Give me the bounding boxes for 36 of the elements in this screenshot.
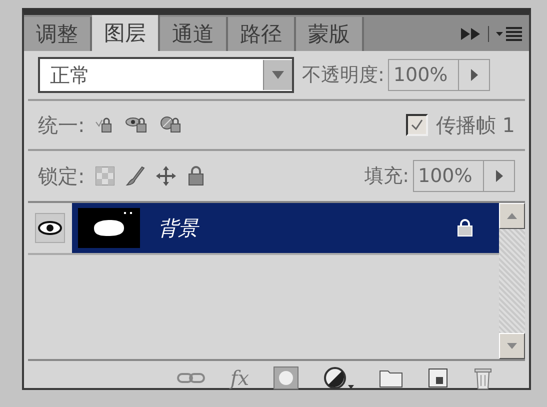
expand-icon[interactable]: [460, 27, 482, 41]
percent-field[interactable]: 100%: [413, 160, 515, 192]
unify-style-icon[interactable]: [158, 115, 183, 135]
panel-tab[interactable]: 路径: [228, 17, 296, 51]
field-label: 填充:: [364, 164, 409, 189]
layer-thumbnail: [78, 208, 140, 248]
adjustment-icon[interactable]: [323, 366, 355, 390]
folder-icon[interactable]: [379, 368, 403, 388]
field-label: 不透明度:: [302, 63, 384, 88]
propagate-checkbox[interactable]: [406, 114, 428, 136]
panel-tab[interactable]: 蒙版: [296, 17, 364, 51]
fx-button[interactable]: fx: [230, 366, 249, 390]
layer-row[interactable]: 背景: [72, 203, 499, 253]
percent-field[interactable]: 100%: [388, 59, 490, 91]
lock-label: 锁定:: [38, 162, 85, 190]
panel-menu-icon[interactable]: [495, 26, 523, 42]
brush-icon[interactable]: [124, 165, 145, 187]
panel-tab[interactable]: 图层: [92, 15, 160, 51]
mask-icon[interactable]: [273, 366, 299, 390]
panel-tab[interactable]: 调整: [24, 17, 92, 51]
trash-icon[interactable]: [473, 366, 493, 390]
move-icon[interactable]: [154, 165, 177, 187]
new-layer-icon[interactable]: [427, 367, 449, 389]
layer-name: 背景: [158, 214, 200, 242]
blend-mode-dropdown[interactable]: 正常: [38, 57, 294, 93]
panel-tab[interactable]: 通道: [160, 17, 228, 51]
unify-label: 统一:: [38, 112, 85, 138]
lock-icon[interactable]: [186, 166, 205, 186]
propagate-label: 传播帧 1: [436, 112, 515, 138]
visibility-toggle[interactable]: [35, 213, 65, 243]
eye-icon: [38, 220, 62, 236]
dropdown-arrow-icon[interactable]: [271, 70, 285, 80]
arrow-right-icon[interactable]: [494, 169, 504, 183]
check-icon: [410, 119, 423, 131]
arrow-right-icon[interactable]: [469, 68, 480, 82]
unify-visibility-icon[interactable]: [124, 115, 149, 135]
